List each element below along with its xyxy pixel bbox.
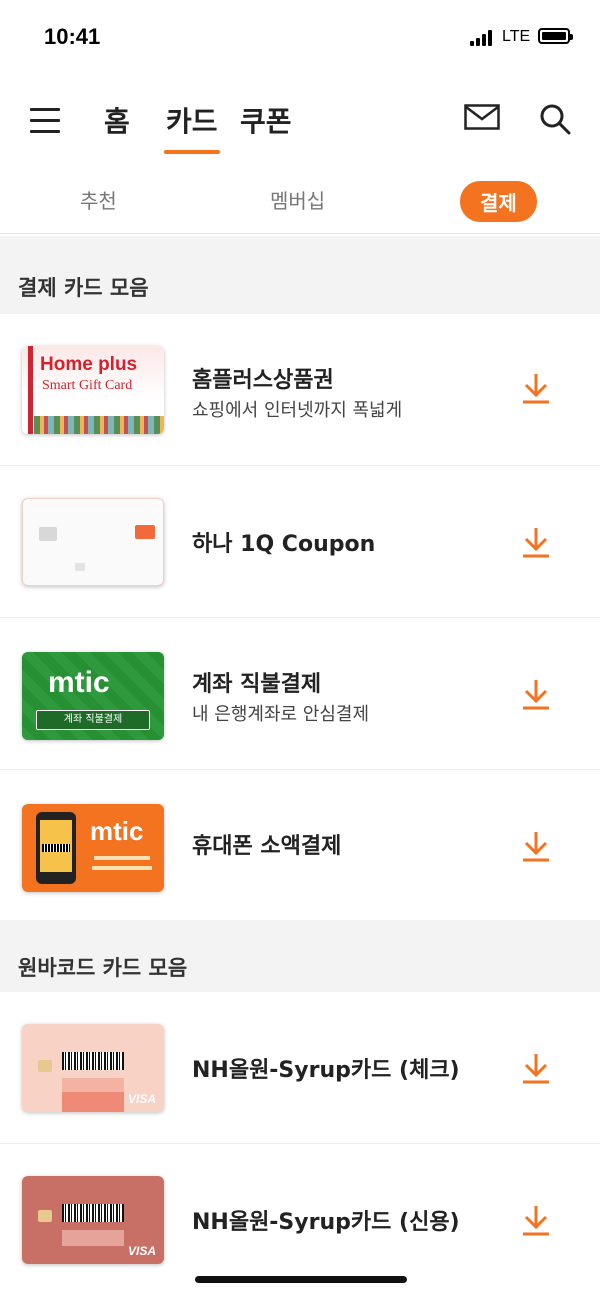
mtic-logo: mtic xyxy=(48,666,110,699)
subtab-recommend[interactable]: 추천 xyxy=(80,185,117,214)
tab-card[interactable]: 카드 xyxy=(164,100,220,154)
item-title: 홈플러스상품권 xyxy=(192,368,334,393)
list-item[interactable]: Home plus Smart Gift Card 홈플러스상품권 쇼핑에서 인… xyxy=(0,314,600,466)
status-bar: 10:41 LTE xyxy=(0,0,600,70)
mtic-account-card-image: mtic 계좌 직불결제 xyxy=(22,652,164,740)
download-icon[interactable] xyxy=(518,1050,554,1086)
download-icon[interactable] xyxy=(518,524,554,560)
section-title: 원바코드 카드 모음 xyxy=(18,956,188,980)
item-title: 계좌 직불결제 xyxy=(192,672,322,697)
download-icon[interactable] xyxy=(518,1202,554,1238)
download-icon[interactable] xyxy=(518,828,554,864)
homeplus-card-image: Home plus Smart Gift Card xyxy=(22,346,164,434)
item-title: NH올원-Syrup카드 (체크) xyxy=(192,1058,460,1083)
section-header-barcode: 원바코드 카드 모음 xyxy=(0,920,600,992)
list-item[interactable]: mtic 휴대폰 소액결제 xyxy=(0,770,600,920)
item-title: 하나 1Q Coupon xyxy=(192,532,376,557)
list-item[interactable]: VISA NH올원-Syrup카드 (신용) xyxy=(0,1144,600,1296)
network-label: LTE xyxy=(502,28,531,45)
visa-logo: VISA xyxy=(127,1092,156,1106)
visa-logo: VISA xyxy=(127,1244,156,1258)
section-header-payment: 결제 카드 모음 xyxy=(0,236,600,314)
item-subtitle: 쇼핑에서 인터넷까지 폭넓게 xyxy=(192,400,403,421)
nh-credit-card-image: VISA xyxy=(22,1176,164,1264)
search-icon[interactable] xyxy=(538,102,572,136)
list-item[interactable]: VISA NH올원-Syrup카드 (체크) xyxy=(0,992,600,1144)
mtic-phone-card-image: mtic xyxy=(22,804,164,892)
item-subtitle: 내 은행계좌로 안심결제 xyxy=(192,704,370,725)
status-time: 10:41 xyxy=(44,24,101,49)
hamburger-icon[interactable] xyxy=(30,108,60,134)
gift-card-caption: Smart Gift Card xyxy=(42,378,133,393)
mtic-logo: mtic xyxy=(90,816,144,846)
battery-icon xyxy=(538,28,573,44)
download-icon[interactable] xyxy=(518,370,554,406)
mtic-account-label: 계좌 직불결제 xyxy=(36,710,150,730)
tab-home[interactable]: 홈 xyxy=(104,100,130,140)
home-indicator[interactable] xyxy=(195,1276,407,1283)
tab-coupon[interactable]: 쿠폰 xyxy=(240,100,292,140)
item-title: 휴대폰 소액결제 xyxy=(192,834,342,859)
divider xyxy=(0,233,600,234)
signal-icon xyxy=(470,30,494,46)
subtab-payment[interactable]: 결제 xyxy=(460,181,537,222)
section-title: 결제 카드 모음 xyxy=(18,276,149,300)
homeplus-logo: Home plus xyxy=(40,354,138,375)
list-item[interactable]: mtic 계좌 직불결제 계좌 직불결제 내 은행계좌로 안심결제 xyxy=(0,618,600,770)
subtab-membership[interactable]: 멤버십 xyxy=(270,185,325,214)
top-nav: 홈 카드 쿠폰 xyxy=(0,90,600,154)
item-title: NH올원-Syrup카드 (신용) xyxy=(192,1210,460,1235)
nh-check-card-image: VISA xyxy=(22,1024,164,1112)
hana-card-image xyxy=(22,498,164,586)
sub-tabs: 추천 멤버십 결제 xyxy=(0,175,600,225)
mail-icon[interactable] xyxy=(464,104,500,130)
list-item[interactable]: 하나 1Q Coupon xyxy=(0,466,600,618)
download-icon[interactable] xyxy=(518,676,554,712)
